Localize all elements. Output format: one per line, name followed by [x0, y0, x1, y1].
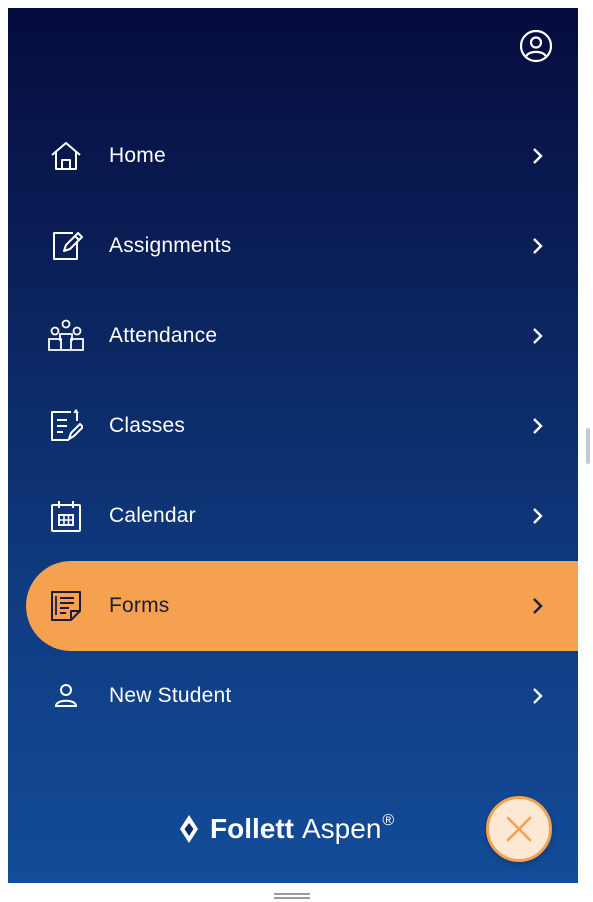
nav-item-label: Calendar: [109, 504, 196, 527]
home-icon: [48, 138, 84, 174]
close-menu-button[interactable]: [486, 796, 552, 862]
nav-item-assignments[interactable]: Assignments: [8, 201, 578, 291]
nav-item-label: Attendance: [109, 324, 218, 347]
nav-item-home[interactable]: Home: [8, 111, 578, 201]
nav-item-label: New Student: [109, 684, 232, 707]
user-circle-icon: [519, 29, 553, 63]
nav-item-label: Forms: [109, 594, 170, 617]
chevron-right-icon: [528, 146, 548, 166]
drag-handle[interactable]: [274, 893, 310, 899]
follett-aspen-logo: Follett Aspen ®: [178, 809, 394, 849]
close-icon: [506, 816, 532, 842]
form-icon: [48, 588, 84, 624]
profile-button[interactable]: [518, 28, 554, 64]
nav-item-label: Classes: [109, 414, 186, 437]
app-frame: Home Assignments Attendance Classes Cale…: [0, 0, 593, 902]
chevron-right-icon: [528, 686, 548, 706]
nav-item-classes[interactable]: Classes: [8, 381, 578, 471]
chevron-right-icon: [528, 326, 548, 346]
scrollbar[interactable]: [586, 428, 590, 464]
chevron-right-icon: [528, 416, 548, 436]
nav-item-attendance[interactable]: Attendance: [8, 291, 578, 381]
registered-mark: ®: [382, 812, 395, 829]
nav-item-label: Assignments: [109, 234, 232, 257]
class-list-icon: [48, 408, 84, 444]
nav-item-calendar[interactable]: Calendar: [8, 471, 578, 561]
follett-logo-icon: [180, 815, 198, 843]
nav-item-new-student[interactable]: New Student: [8, 651, 578, 741]
people-group-icon: [48, 318, 84, 354]
chevron-right-icon: [528, 506, 548, 526]
brand-follett: Follett: [210, 813, 294, 844]
chevron-right-icon: [528, 236, 548, 256]
navigation-panel: Home Assignments Attendance Classes Cale…: [8, 8, 578, 883]
nav-item-forms[interactable]: Forms: [26, 561, 578, 651]
nav-item-label: Home: [109, 144, 166, 167]
person-icon: [48, 678, 84, 714]
brand-aspen: Aspen: [302, 813, 382, 844]
chevron-right-icon: [528, 596, 548, 616]
calendar-icon: [48, 498, 84, 534]
nav-menu: Home Assignments Attendance Classes Cale…: [8, 111, 578, 741]
edit-note-icon: [48, 228, 84, 264]
